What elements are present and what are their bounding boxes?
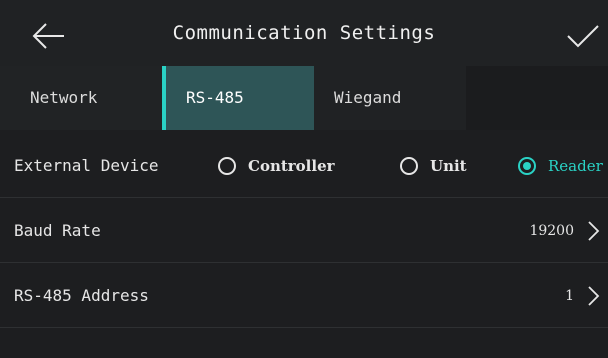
radio-checked-icon — [518, 157, 536, 175]
radio-controller-label: Controller — [248, 157, 335, 175]
radio-unit-label: Unit — [430, 157, 467, 175]
page-title: Communication Settings — [172, 22, 436, 44]
baud-rate-row[interactable]: Baud Rate 19200 — [0, 199, 608, 263]
radio-unchecked-icon — [218, 157, 236, 175]
empty-area — [0, 328, 608, 358]
radio-unchecked-icon — [400, 157, 418, 175]
baud-rate-label: Baud Rate — [14, 221, 101, 240]
checkmark-icon[interactable] — [560, 18, 604, 54]
external-device-row: External Device Controller Unit Reader — [0, 134, 608, 198]
radio-reader[interactable]: Reader — [518, 156, 603, 176]
rs485-address-label: RS-485 Address — [14, 286, 149, 305]
radio-unit[interactable]: Unit — [400, 156, 467, 176]
external-device-label: External Device — [14, 156, 159, 175]
baud-rate-value: 19200 — [529, 223, 574, 239]
rs485-address-value: 1 — [565, 288, 574, 304]
rs485-address-row[interactable]: RS-485 Address 1 — [0, 264, 608, 328]
radio-reader-label: Reader — [548, 157, 603, 175]
radio-controller[interactable]: Controller — [218, 156, 335, 176]
tab-rs485[interactable]: RS-485 — [162, 66, 314, 130]
chevron-right-icon — [588, 221, 600, 241]
chevron-right-icon — [588, 286, 600, 306]
tab-bar: Network RS-485 Wiegand — [0, 66, 608, 130]
tab-network[interactable]: Network — [0, 66, 162, 130]
header-bar: Communication Settings — [0, 0, 608, 66]
tab-wiegand[interactable]: Wiegand — [314, 66, 466, 130]
